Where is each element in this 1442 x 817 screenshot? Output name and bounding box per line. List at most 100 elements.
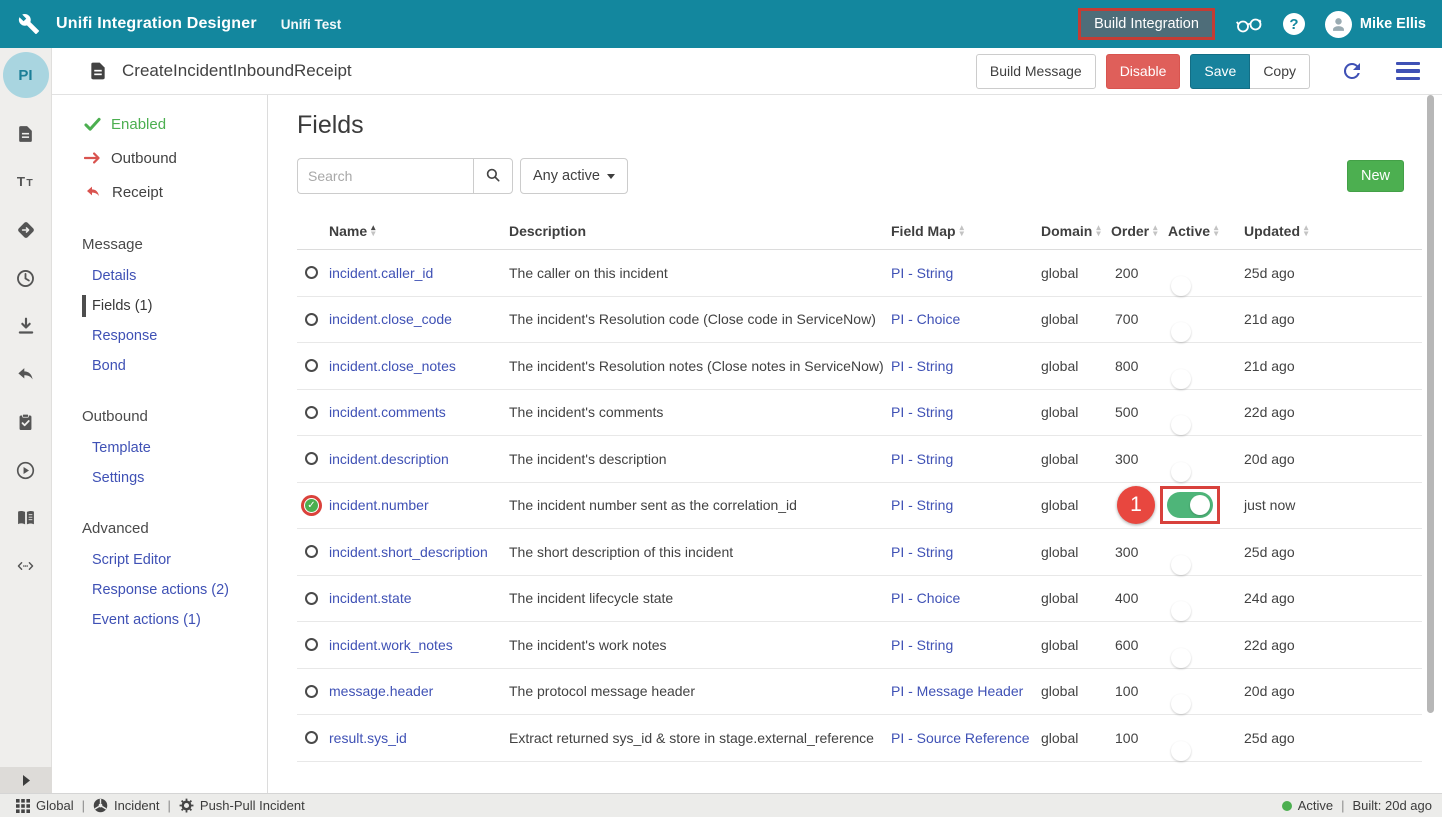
column-header-name[interactable]: Name▴▾ (329, 223, 509, 239)
column-header-field-map[interactable]: Field Map▴▾ (891, 223, 1041, 239)
statusbar-item-label: Push-Pull Incident (200, 798, 305, 813)
field-map-link[interactable]: PI - String (891, 544, 953, 560)
field-name-link[interactable]: incident.state (329, 590, 412, 606)
field-name-link[interactable]: message.header (329, 683, 433, 699)
new-field-button[interactable]: New (1347, 160, 1404, 192)
statusbar-item-push-pull-incident[interactable]: Push-Pull Incident (179, 798, 305, 813)
sidebar-item-event-actions-1[interactable]: Event actions (1) (52, 605, 267, 635)
sidebar-item-details[interactable]: Details (52, 261, 267, 291)
field-description: The incident's description (509, 451, 891, 467)
nav-status-receipt[interactable]: Receipt (52, 175, 267, 209)
sidebar-item-response[interactable]: Response (52, 321, 267, 351)
field-order: 300 (1111, 451, 1168, 467)
field-radio-icon[interactable] (305, 592, 318, 605)
sidebar-item-fields-1[interactable]: Fields (1) (52, 291, 267, 321)
sidebar-item-template[interactable]: Template (52, 433, 267, 463)
field-map-link[interactable]: PI - String (891, 358, 953, 374)
sidebar-item-response-actions-2[interactable]: Response actions (2) (52, 575, 267, 605)
rail-collapse-button[interactable] (0, 767, 52, 793)
field-map-link[interactable]: PI - String (891, 404, 953, 420)
statusbar-item-global[interactable]: Global (16, 798, 74, 813)
field-map-link[interactable]: PI - String (891, 265, 953, 281)
copy-button[interactable]: Copy (1250, 54, 1310, 89)
field-domain: global (1041, 265, 1111, 281)
vertical-scrollbar[interactable] (1427, 95, 1434, 713)
history-icon[interactable] (13, 266, 39, 290)
field-name-link[interactable]: result.sys_id (329, 730, 407, 746)
field-radio-icon[interactable] (305, 638, 318, 651)
sort-arrows-icon: ▴▾ (1304, 225, 1308, 236)
column-label: Order (1111, 223, 1149, 239)
build-message-button[interactable]: Build Message (976, 54, 1096, 89)
help-icon[interactable]: ? (1283, 13, 1305, 35)
user-menu[interactable]: Mike Ellis (1325, 11, 1426, 38)
sort-arrows-icon: ▴▾ (1214, 225, 1218, 236)
field-updated: 25d ago (1244, 544, 1422, 560)
field-radio-icon[interactable] (305, 313, 318, 326)
field-radio-icon[interactable] (305, 406, 318, 419)
field-name-link[interactable]: incident.number (329, 497, 429, 513)
document-icon[interactable] (13, 122, 39, 146)
search-icon (484, 166, 502, 187)
tasks-clipboard-icon[interactable] (13, 410, 39, 434)
field-name-link[interactable]: incident.caller_id (329, 265, 433, 281)
download-icon[interactable] (13, 314, 39, 338)
sidebar-item-script-editor[interactable]: Script Editor (52, 545, 267, 575)
field-radio-icon[interactable] (305, 545, 318, 558)
column-header-updated[interactable]: Updated▴▾ (1244, 223, 1422, 239)
column-header-order[interactable]: Order▴▾ (1111, 223, 1168, 239)
chevron-down-icon (607, 174, 615, 179)
field-map-link[interactable]: PI - Choice (891, 311, 960, 327)
text-format-icon[interactable]: TT (13, 170, 39, 194)
search-button[interactable] (473, 158, 513, 194)
field-map-link[interactable]: PI - String (891, 637, 953, 653)
field-map-link[interactable]: PI - String (891, 451, 953, 467)
field-name-link[interactable]: incident.description (329, 451, 449, 467)
diamond-arrow-icon[interactable] (13, 218, 39, 242)
field-radio-icon[interactable] (305, 359, 318, 372)
column-header-domain[interactable]: Domain▴▾ (1041, 223, 1111, 239)
field-description: The caller on this incident (509, 265, 891, 281)
reply-icon[interactable] (13, 362, 39, 386)
field-radio-icon[interactable] (305, 731, 318, 744)
field-name-link[interactable]: incident.close_code (329, 311, 452, 327)
field-name-link[interactable]: incident.comments (329, 404, 446, 420)
search-input[interactable] (297, 158, 473, 194)
field-map-link[interactable]: PI - Choice (891, 590, 960, 606)
active-status-dot (1282, 801, 1292, 811)
integration-avatar[interactable]: PI (3, 52, 49, 98)
sidebar-item-settings[interactable]: Settings (52, 463, 267, 493)
preview-glasses-icon[interactable] (1235, 14, 1263, 34)
field-name-link[interactable]: incident.work_notes (329, 637, 453, 653)
field-updated: 20d ago (1244, 683, 1422, 699)
sidebar-item-bond[interactable]: Bond (52, 351, 267, 381)
app-title: Unifi Integration Designer (56, 15, 257, 33)
book-icon[interactable] (13, 506, 39, 530)
field-map-link[interactable]: PI - Source Reference (891, 730, 1030, 746)
code-icon[interactable] (13, 554, 39, 578)
field-radio-icon[interactable] (305, 266, 318, 279)
field-name-link[interactable]: incident.short_description (329, 544, 488, 560)
sort-arrows-icon: ▴▾ (960, 225, 964, 236)
nav-status-enabled[interactable]: Enabled (52, 107, 267, 141)
field-radio-icon[interactable] (305, 685, 318, 698)
field-map-link[interactable]: PI - Message Header (891, 683, 1023, 699)
statusbar-item-incident[interactable]: Incident (93, 798, 160, 813)
field-map-link[interactable]: PI - String (891, 497, 953, 513)
nav-status-outbound[interactable]: Outbound (52, 141, 267, 175)
field-radio-icon[interactable] (305, 452, 318, 465)
column-header-description: Description (509, 223, 891, 239)
active-filter-dropdown[interactable]: Any active (520, 158, 628, 194)
disable-button[interactable]: Disable (1106, 54, 1181, 89)
build-integration-button[interactable]: Build Integration (1078, 8, 1215, 40)
field-domain: global (1041, 404, 1111, 420)
play-circle-icon[interactable] (13, 458, 39, 482)
refresh-icon[interactable] (1336, 55, 1368, 87)
built-label: Built: 20d ago (1352, 798, 1432, 813)
menu-hamburger-icon[interactable] (1392, 58, 1424, 84)
field-name-link[interactable]: incident.close_notes (329, 358, 456, 374)
active-toggle[interactable] (1167, 492, 1213, 518)
field-description: The short description of this incident (509, 544, 891, 560)
column-header-active[interactable]: Active▴▾ (1168, 223, 1244, 239)
save-button[interactable]: Save (1190, 54, 1250, 89)
